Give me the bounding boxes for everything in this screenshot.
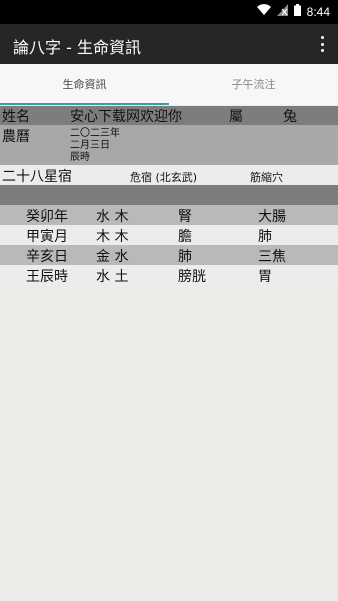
organ-cell: 腎: [178, 209, 192, 225]
wifi-icon: [256, 4, 271, 19]
tab-life-info[interactable]: 生命資訊: [0, 64, 169, 105]
zodiac-value: 兔: [283, 109, 297, 125]
table-row: 甲寅月 木 木 膽 肺: [0, 225, 338, 245]
status-icons: 8:44: [256, 4, 330, 19]
status-bar: 8:44: [0, 0, 338, 24]
more-options-icon[interactable]: [316, 34, 328, 54]
organ-cell: 三焦: [258, 249, 286, 265]
battery-icon: [293, 4, 301, 19]
tab-meridian-flow[interactable]: 子午流注: [169, 64, 338, 105]
organ-cell: 肺: [258, 229, 272, 245]
organ-cell: 肺: [178, 249, 192, 265]
app-bar: 論八字 - 生命資訊: [0, 24, 338, 64]
organ-cell: 大腸: [258, 209, 286, 225]
elements-cell: 水 木: [96, 209, 129, 225]
organ-cell: 胃: [258, 269, 272, 285]
name-row: 姓名 安心下载网欢迎你 屬 兔: [0, 106, 338, 125]
active-tab-indicator: [0, 103, 169, 105]
mansion-row: 二十八星宿 危宿 (北玄武) 筋縮穴: [0, 165, 338, 185]
ganzhi-cell: 辛亥日: [26, 249, 68, 265]
organ-cell: 膀胱: [178, 269, 206, 285]
elements-cell: 水 土: [96, 269, 129, 285]
name-value: 安心下载网欢迎你: [70, 109, 182, 125]
calendar-label: 農曆: [2, 129, 30, 145]
name-label: 姓名: [2, 109, 30, 125]
status-time: 8:44: [306, 4, 330, 19]
calendar-date: 二月三日: [70, 140, 110, 151]
calendar-hour: 辰時: [70, 152, 90, 163]
table-row: 辛亥日 金 水 肺 三焦: [0, 245, 338, 265]
table-row: 王辰時 水 土 膀胱 胃: [0, 265, 338, 285]
app-title: 論八字 - 生命資訊: [13, 38, 141, 57]
ganzhi-cell: 甲寅月: [26, 229, 68, 245]
elements-cell: 金 水: [96, 249, 129, 265]
lunar-calendar-row: 農曆 二〇二三年 二月三日 辰時: [0, 125, 338, 165]
tab-bar: 生命資訊 子午流注: [0, 64, 338, 105]
acupoint-value: 筋縮穴: [250, 171, 283, 184]
separator-row: [0, 185, 338, 205]
calendar-year: 二〇二三年: [70, 128, 120, 139]
signal-off-icon: [276, 4, 288, 19]
table-row: 癸卯年 水 木 腎 大腸: [0, 205, 338, 225]
mansion-value: 危宿 (北玄武): [130, 171, 198, 184]
mansion-label: 二十八星宿: [2, 169, 72, 185]
elements-cell: 木 木: [96, 229, 129, 245]
ganzhi-cell: 癸卯年: [26, 209, 68, 225]
zodiac-label: 屬: [229, 109, 243, 125]
ganzhi-cell: 王辰時: [26, 269, 68, 285]
organ-cell: 膽: [178, 229, 192, 245]
